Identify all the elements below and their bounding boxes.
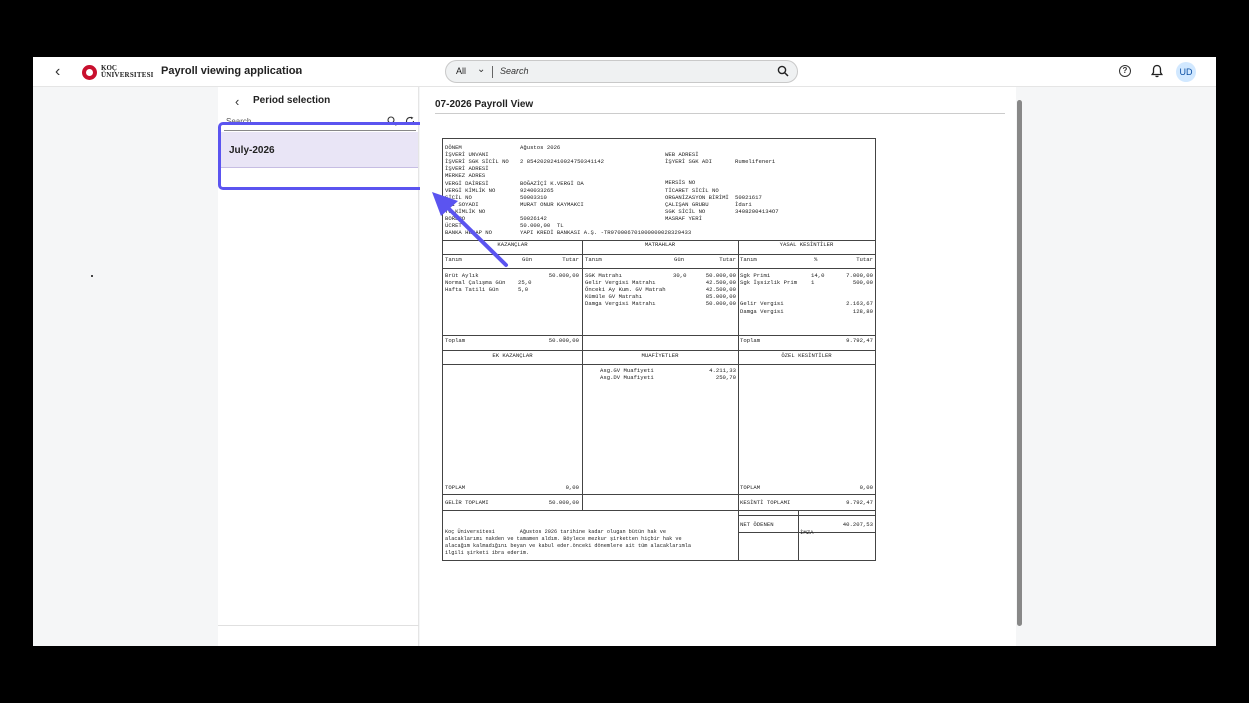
kazanc-row-tutar: 50.000,00	[548, 272, 579, 279]
col-tutar: Tutar	[856, 256, 873, 263]
back-icon[interactable]: ‹	[55, 63, 60, 81]
avatar[interactable]: UD	[1176, 62, 1196, 82]
header-field-value: Rumelifeneri	[735, 158, 776, 166]
imza-label: İMZA	[800, 529, 814, 536]
footer-text-line: ilgili şirketi ibra ederim.	[445, 550, 530, 557]
footer-text-line: alacaklarımı nakden ve tamamen aldım. Bö…	[445, 536, 682, 543]
scrollbar-thumb[interactable]	[1017, 100, 1022, 626]
yasal-row-pct: 1	[811, 279, 815, 287]
app-window: ‹ KOÇ ÜNIVERSITESI Payroll viewing appli…	[33, 57, 1216, 646]
col-gun: Gün	[674, 256, 685, 263]
yasal-row-label: Damga Vergisi	[740, 307, 784, 315]
app-title[interactable]: Payroll viewing application	[161, 65, 302, 77]
help-icon[interactable]: ?	[1119, 65, 1131, 77]
payroll-document: DÖNEM Ağustos 2026 İŞVERİ UNVANI İŞVERİ SGK…	[442, 138, 876, 561]
yasal-row-label: Sgk İşsizlik Prim	[740, 279, 798, 287]
toplam-ozel: 0,00	[859, 484, 873, 491]
header-field-value: YAPI KREDİ BANKASI A.Ş. -TR9700067010000…	[520, 229, 692, 237]
col-tanim: Tanım	[585, 256, 602, 263]
toplam-label: Toplam	[445, 337, 466, 344]
toplam-label: Toplam	[740, 337, 761, 344]
scrollbar[interactable]	[1017, 92, 1023, 646]
kazanc-row-label: Hafta Tatili Gün	[445, 286, 499, 294]
chevron-down-icon[interactable]: ⌄	[477, 64, 485, 75]
section-ek: EK KAZANÇLAR	[492, 352, 533, 359]
footer-text-line: Koç Üniversitesi Ağustos 2026 tarihine k…	[445, 529, 667, 535]
panel-title: Period selection	[253, 95, 331, 106]
bell-icon[interactable]	[1151, 64, 1163, 78]
search-icon[interactable]	[777, 65, 789, 77]
back-icon[interactable]: ‹	[235, 94, 239, 109]
global-search[interactable]: All ⌄ Search	[445, 60, 798, 83]
stray-dot	[91, 275, 93, 277]
yasal-row-tutar: 500,00	[852, 279, 873, 287]
toplam-label: TOPLAM	[740, 484, 761, 491]
header-field-label: BANKA HESAP NO	[445, 229, 492, 237]
logo-mark	[82, 65, 97, 80]
period-panel: ‹ Period selection Search July-2026	[218, 87, 427, 646]
toplam-yasal: 9.792,47	[846, 337, 873, 344]
search-divider	[492, 66, 493, 78]
yasal-row-tutar: 128,80	[852, 307, 873, 315]
annotation-highlight	[218, 122, 427, 190]
page-title: 07-2026 Payroll View	[435, 99, 534, 110]
header-field-value: Ağustos 2026	[520, 144, 561, 151]
net-odenen: 40.207,53	[842, 521, 873, 528]
kazanc-row-gun: 5,0	[518, 286, 529, 294]
muafiyet-row-tutar: 250,70	[715, 374, 736, 382]
university-logo[interactable]: KOÇ ÜNIVERSITESI	[82, 63, 153, 81]
kesinti-toplami-label: KESİNTİ TOPLAMI	[740, 499, 791, 506]
shell-bar: ‹ KOÇ ÜNIVERSITESI Payroll viewing appli…	[33, 57, 1216, 87]
net-odenen-label: NET ÖDENEN	[740, 521, 774, 528]
matrah-row-label: Damga Vergisi Matrahı	[585, 300, 656, 308]
logo-line2: ÜNIVERSITESI	[101, 71, 154, 79]
col-gun: Gün	[522, 256, 533, 263]
toplam-ek: 0,00	[565, 484, 579, 491]
footer-text-line: alacağım kalmadığını beyan ve kabul eder…	[445, 543, 691, 550]
section-ozel: ÖZEL KESİNTİLER	[781, 352, 832, 359]
section-kazanclar: KAZANÇLAR	[497, 241, 528, 248]
col-tutar: Tutar	[719, 256, 736, 263]
col-tutar: Tutar	[562, 256, 579, 263]
header-field-value: 2 85420202410024750341142	[520, 158, 604, 166]
col-tanim: Tanım	[740, 256, 757, 263]
section-matrahlar: MATRAHLAR	[644, 241, 676, 248]
section-muafiyet: MUAFİYETLER	[641, 352, 679, 359]
toplam-label: TOPLAM	[445, 484, 466, 491]
header-field-label: İŞYERİ SGK ADI	[665, 158, 712, 166]
section-yasal: YASAL KESİNTİLER	[779, 241, 834, 248]
col-pct: %	[814, 256, 818, 263]
header-field-value: MURAT ONUR KAYMAKCI	[520, 200, 584, 208]
search-input[interactable]: Search	[500, 66, 529, 76]
payroll-view: 07-2026 Payroll View DÖNEM Ağustos 2026 İŞ…	[420, 87, 1022, 646]
panel-divider	[218, 625, 419, 626]
matrah-row-gun: 30,0	[673, 272, 687, 279]
title-divider	[435, 113, 1005, 114]
header-field-value: 34082004134O7	[735, 207, 779, 215]
col-tanim: Tanım	[445, 256, 462, 263]
matrah-row-tutar: 50.000,00	[705, 300, 736, 308]
gelir-toplami: 50.000,00	[548, 499, 579, 506]
muafiyet-row-label: Asg.DV Muafiyeti	[600, 374, 654, 382]
gelir-toplami-label: GELİR TOPLAMI	[445, 499, 489, 506]
chevron-down-icon[interactable]: ⌄	[293, 64, 302, 77]
kesinti-toplami: 9.792,47	[846, 499, 873, 506]
header-field-label: MASRAF YERİ	[665, 214, 702, 222]
search-scope-select[interactable]: All	[456, 66, 466, 76]
toplam-kazanc: 50.000,00	[548, 337, 579, 344]
